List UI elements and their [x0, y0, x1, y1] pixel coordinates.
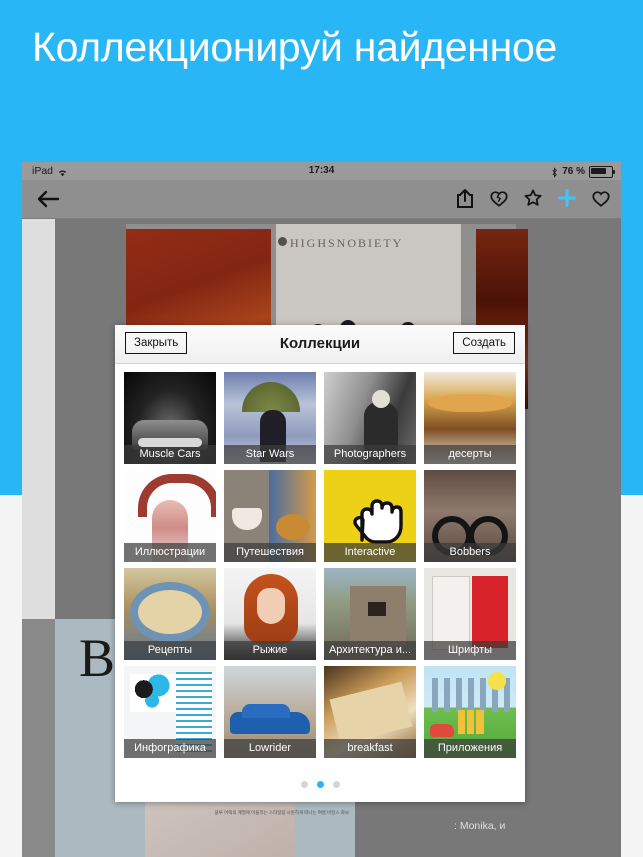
collection-tile[interactable]: Инфографика [124, 666, 216, 758]
modal-header: Коллекции Закрыть Создать [115, 325, 525, 364]
back-arrow-icon[interactable] [36, 187, 62, 211]
collection-tile[interactable]: Muscle Cars [124, 372, 216, 464]
collections-grid: Muscle Cars Star Wars Photographers десерты… [115, 364, 525, 769]
battery-percent: 76 % [562, 165, 585, 177]
collection-label: Interactive [324, 543, 416, 562]
collection-tile[interactable]: десерты [424, 372, 516, 464]
collection-tile[interactable]: Bobbers [424, 470, 516, 562]
collection-tile[interactable]: Photographers [324, 372, 416, 464]
collection-label: Bobbers [424, 543, 516, 562]
collection-label: Рыжие [224, 641, 316, 660]
collection-label: Инфографика [124, 739, 216, 758]
collection-label: Photographers [324, 445, 416, 464]
collection-tile[interactable]: Приложения [424, 666, 516, 758]
status-time: 17:34 [308, 165, 335, 176]
bottles-illustration [458, 710, 484, 734]
promo-headline: Коллекционируй найденное [32, 24, 557, 70]
collection-label: Lowrider [224, 739, 316, 758]
collection-label: Иллюстрации [124, 543, 216, 562]
bluetooth-icon [551, 166, 558, 178]
collections-row: Muscle Cars Star Wars Photographers десерты [115, 372, 525, 470]
heart-icon[interactable] [591, 187, 611, 209]
collection-label: Star Wars [224, 445, 316, 464]
status-bar: iPad 17:34 76 % [22, 162, 621, 180]
plus-icon[interactable] [557, 187, 577, 209]
collection-tile[interactable]: breakfast [324, 666, 416, 758]
collection-tile[interactable]: Путешествия [224, 470, 316, 562]
close-button[interactable]: Закрыть [125, 332, 188, 354]
collection-tile[interactable]: Иллюстрации [124, 470, 216, 562]
battery-icon [589, 166, 615, 178]
collection-tile[interactable]: Рыжие [224, 568, 316, 660]
page-dot[interactable] [300, 781, 308, 788]
collections-row: Иллюстрации Путешествия Interactive Bobbers [115, 470, 525, 568]
share-icon[interactable] [455, 187, 475, 209]
broken-heart-icon[interactable] [489, 187, 509, 209]
collection-label: Архитектура и... [324, 641, 416, 660]
collection-tile[interactable]: Star Wars [224, 372, 316, 464]
collections-row: Рецепты Рыжие Архитектура и... Шрифты [115, 568, 525, 666]
page-indicator[interactable] [115, 781, 525, 788]
create-button[interactable]: Создать [453, 332, 515, 354]
collection-tile[interactable]: Рецепты [124, 568, 216, 660]
collection-tile[interactable]: Lowrider [224, 666, 316, 758]
app-screen: Коллекционируй найденное iPad 17:34 76 % [0, 0, 643, 857]
collections-row: Инфографика Lowrider breakfast Приложения [115, 666, 525, 764]
page-dot[interactable] [332, 781, 340, 788]
collection-tile[interactable]: Interactive [324, 470, 416, 562]
star-icon[interactable] [523, 187, 543, 209]
collection-label: Приложения [424, 739, 516, 758]
device-screenshot: iPad 17:34 76 % HIGHSNOBIETY 블루 어택의 계절에 … [22, 162, 621, 857]
collections-modal: Коллекции Закрыть Создать Muscle Cars Sta… [115, 325, 525, 802]
nav-actions [455, 187, 611, 209]
sun-icon [488, 672, 506, 690]
nav-bar [22, 180, 621, 219]
page-dot[interactable] [316, 781, 324, 788]
collection-label: Muscle Cars [124, 445, 216, 464]
collection-label: breakfast [324, 739, 416, 758]
collection-label: Путешествия [224, 543, 316, 562]
collection-label: десерты [424, 445, 516, 464]
collection-label: Шрифты [424, 641, 516, 660]
collection-tile[interactable]: Шрифты [424, 568, 516, 660]
collection-label: Рецепты [124, 641, 216, 660]
status-right: 76 % [551, 165, 615, 178]
collection-tile[interactable]: Архитектура и... [324, 568, 416, 660]
